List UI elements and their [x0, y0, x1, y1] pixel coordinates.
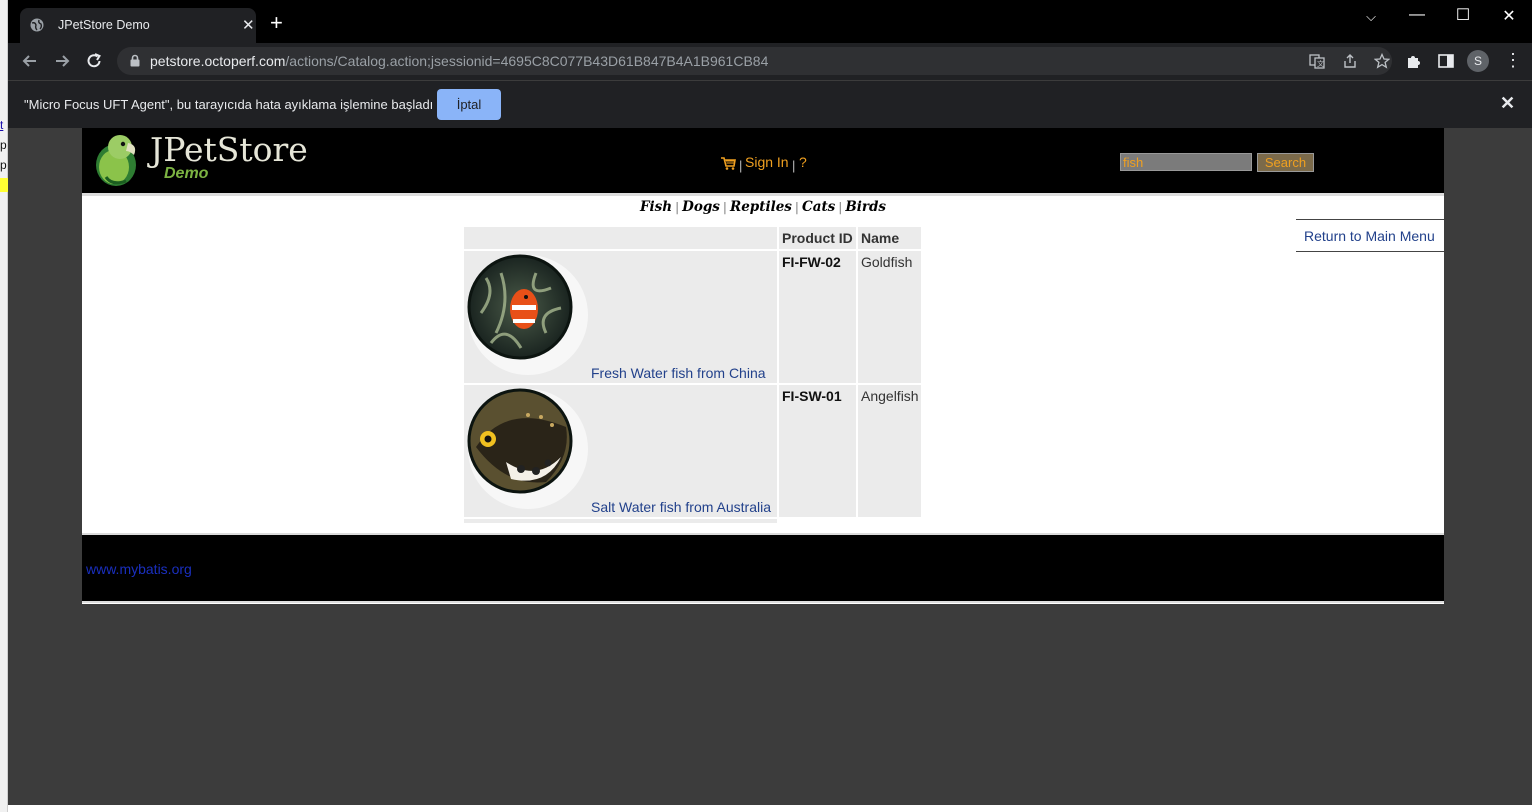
tab-strip: JPetStore Demo ✕ + ⌵ — ☐ ✕: [8, 0, 1532, 43]
tab-jpetstore[interactable]: JPetStore Demo ✕: [20, 8, 256, 43]
header-separator: |: [792, 158, 796, 173]
sign-in-link[interactable]: Sign In: [745, 154, 789, 170]
product-description-link[interactable]: Salt Water fish from Australia: [591, 499, 771, 515]
profile-avatar[interactable]: S: [1467, 50, 1489, 72]
jpetstore-page: JPetStore Demo | Sign In | ? Search Fish…: [82, 128, 1444, 604]
back-link-box: Return to Main Menu: [1296, 219, 1444, 252]
lock-icon[interactable]: [129, 54, 141, 67]
browser-menu-icon[interactable]: ⋮: [1504, 51, 1522, 69]
background-window-edge: t p p: [0, 0, 8, 812]
maximize-button[interactable]: ☐: [1453, 5, 1473, 25]
triggerfish-image[interactable]: [466, 387, 588, 509]
table-header-name: Name: [858, 227, 921, 249]
table-header-product-id: Product ID: [779, 227, 856, 249]
close-infobar-icon[interactable]: ✕: [1500, 93, 1515, 114]
url-text[interactable]: petstore.octoperf.com/actions/Catalog.ac…: [150, 53, 768, 69]
parrot-logo-icon[interactable]: [92, 131, 142, 187]
globe-icon: [30, 18, 44, 32]
share-icon[interactable]: [1342, 53, 1358, 69]
close-window-button[interactable]: ✕: [1499, 6, 1519, 26]
product-name-cell: Goldfish: [858, 251, 921, 383]
extensions-icon[interactable]: [1405, 52, 1423, 70]
tab-title: JPetStore Demo: [58, 18, 150, 32]
help-link[interactable]: ?: [799, 154, 807, 170]
browser-window: JPetStore Demo ✕ + ⌵ — ☐ ✕ petstore.octo…: [8, 0, 1532, 805]
mybatis-link[interactable]: www.mybatis.org: [86, 561, 192, 577]
category-link-dogs[interactable]: Dogs: [682, 199, 720, 215]
close-tab-icon[interactable]: ✕: [242, 16, 255, 34]
category-link-fish[interactable]: Fish: [640, 199, 672, 215]
product-id-cell[interactable]: FI-SW-01: [779, 385, 856, 517]
page-viewport: JPetStore Demo | Sign In | ? Search Fish…: [8, 128, 1532, 805]
reload-icon[interactable]: [84, 51, 104, 71]
site-header: JPetStore Demo | Sign In | ? Search: [82, 128, 1444, 196]
category-link-reptiles[interactable]: Reptiles: [730, 199, 792, 215]
back-icon[interactable]: [20, 51, 40, 71]
address-bar[interactable]: petstore.octoperf.com/actions/Catalog.ac…: [117, 47, 1392, 75]
debugging-infobar: "Micro Focus UFT Agent", bu tarayıcıda h…: [8, 80, 1532, 128]
logo-title[interactable]: JPetStore: [150, 130, 308, 169]
category-link-birds[interactable]: Birds: [845, 199, 886, 215]
return-to-main-menu-link[interactable]: Return to Main Menu: [1304, 228, 1435, 244]
browser-toolbar: petstore.octoperf.com/actions/Catalog.ac…: [8, 43, 1532, 80]
site-footer: www.mybatis.org: [82, 533, 1444, 603]
category-link-cats[interactable]: Cats: [802, 199, 835, 215]
cancel-button[interactable]: İptal: [437, 89, 501, 120]
new-tab-button[interactable]: +: [270, 12, 283, 34]
translate-icon[interactable]: 文: [1309, 53, 1325, 69]
header-separator: |: [739, 158, 743, 173]
logo-subtitle: Demo: [164, 165, 209, 182]
search-button[interactable]: Search: [1257, 153, 1314, 172]
table-row: Salt Water fish from Australia: [464, 385, 777, 517]
table-row-empty: [464, 519, 777, 523]
cart-icon[interactable]: [720, 156, 736, 170]
table-header-image: [464, 227, 777, 249]
forward-icon[interactable]: [52, 51, 72, 71]
infobar-message: "Micro Focus UFT Agent", bu tarayıcıda h…: [24, 97, 434, 112]
product-id-cell[interactable]: FI-FW-02: [779, 251, 856, 383]
table-row: Fresh Water fish from China: [464, 251, 777, 383]
svg-text:文: 文: [1317, 59, 1324, 68]
clownfish-image[interactable]: [466, 253, 588, 375]
bookmark-star-icon[interactable]: [1374, 53, 1390, 69]
tab-search-icon[interactable]: ⌵: [1361, 9, 1381, 25]
side-panel-icon[interactable]: [1437, 52, 1455, 70]
category-quicklinks: Fish | Dogs | Reptiles | Cats | Birds: [639, 199, 887, 215]
product-description-link[interactable]: Fresh Water fish from China: [591, 365, 766, 381]
product-name-cell: Angelfish: [858, 385, 921, 517]
search-input[interactable]: [1120, 153, 1252, 171]
minimize-button[interactable]: —: [1407, 6, 1427, 24]
